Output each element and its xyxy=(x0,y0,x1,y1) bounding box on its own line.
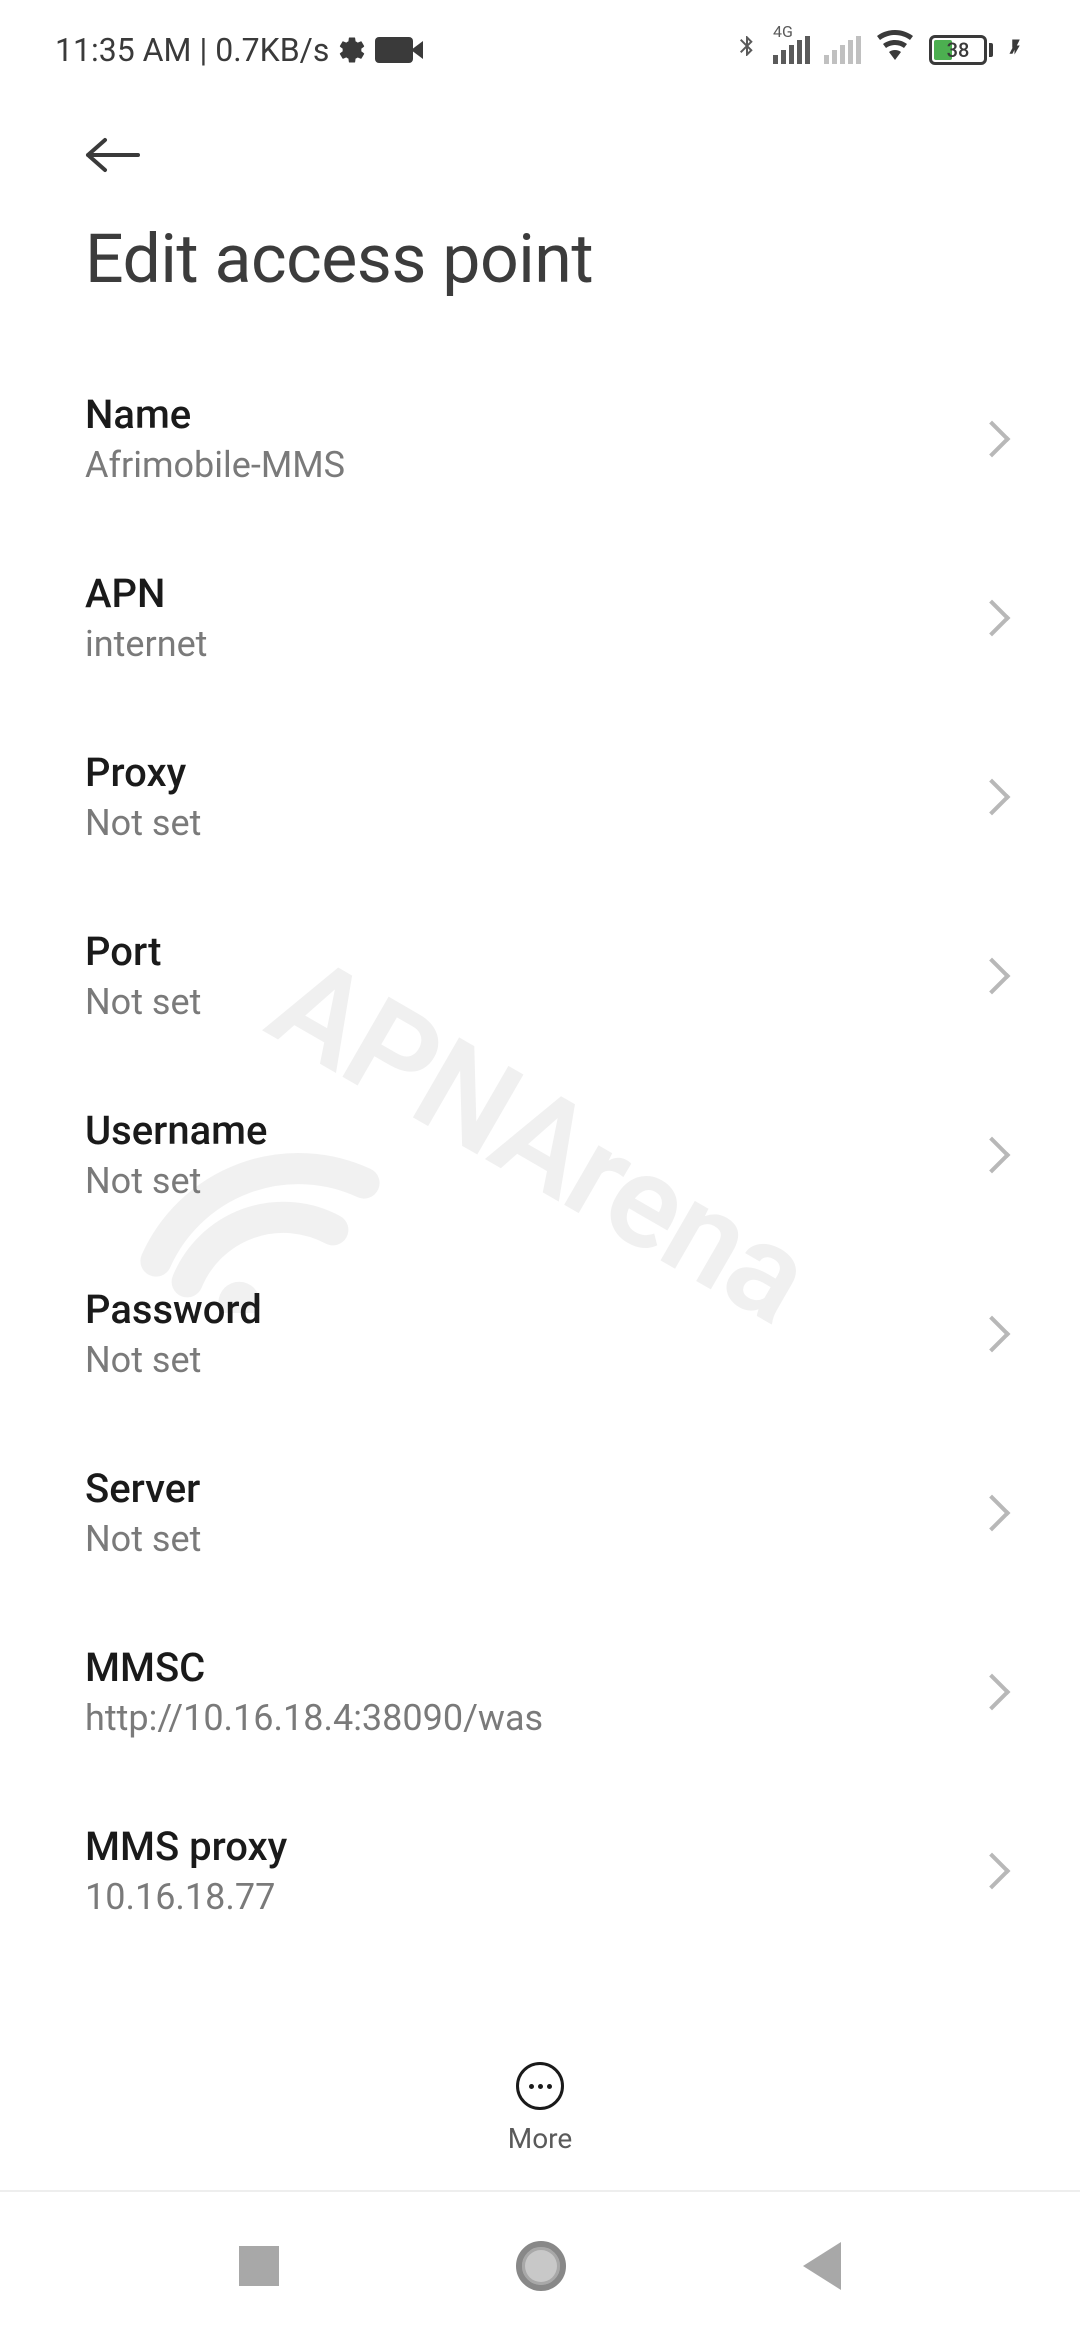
setting-value: Not set xyxy=(85,802,979,844)
setting-value: Not set xyxy=(85,1339,979,1381)
status-left: 11:35 AM | 0.7KB/s xyxy=(55,31,413,69)
setting-title: MMS proxy xyxy=(85,1823,979,1870)
chevron-right-icon xyxy=(974,1673,1011,1710)
navigation-bar xyxy=(0,2190,1080,2340)
status-time: 11:35 AM xyxy=(55,31,191,69)
nav-back-button[interactable] xyxy=(803,2242,841,2290)
nav-home-button[interactable] xyxy=(516,2241,566,2291)
setting-title: Name xyxy=(85,391,979,438)
setting-value: Not set xyxy=(85,981,979,1023)
bottom-action-bar: More xyxy=(0,2037,1080,2190)
gear-icon xyxy=(337,35,367,65)
back-arrow-icon xyxy=(83,135,143,175)
setting-value: Not set xyxy=(85,1518,979,1560)
setting-value: Not set xyxy=(85,1160,979,1202)
setting-mmsc[interactable]: MMSC http://10.16.18.4:38090/was xyxy=(85,1602,1025,1781)
chevron-right-icon xyxy=(974,1315,1011,1352)
setting-title: Username xyxy=(85,1107,979,1154)
status-data-speed: 0.7KB/s xyxy=(215,31,329,69)
chevron-right-icon xyxy=(974,420,1011,457)
more-button[interactable]: More xyxy=(508,2062,573,2155)
status-right: 4G 38 xyxy=(735,25,1025,75)
camera-icon xyxy=(375,37,413,63)
signal-sim1-icon: 4G xyxy=(773,36,810,64)
setting-password[interactable]: Password Not set xyxy=(85,1244,1025,1423)
bluetooth-icon xyxy=(735,29,759,72)
setting-value: http://10.16.18.4:38090/was xyxy=(85,1697,979,1739)
chevron-right-icon xyxy=(974,1136,1011,1173)
setting-title: Server xyxy=(85,1465,979,1512)
more-icon xyxy=(516,2062,564,2110)
more-label: More xyxy=(508,2122,573,2155)
setting-server[interactable]: Server Not set xyxy=(85,1423,1025,1602)
charging-bolt-icon xyxy=(1007,32,1025,69)
setting-apn[interactable]: APN internet xyxy=(85,528,1025,707)
signal-sim2-icon xyxy=(824,36,861,64)
setting-username[interactable]: Username Not set xyxy=(85,1065,1025,1244)
setting-proxy[interactable]: Proxy Not set xyxy=(85,707,1025,886)
setting-title: MMSC xyxy=(85,1644,979,1691)
chevron-right-icon xyxy=(974,778,1011,815)
setting-value: internet xyxy=(85,623,979,665)
status-separator: | xyxy=(199,31,207,69)
wifi-icon xyxy=(875,25,915,75)
battery-icon: 38 xyxy=(929,35,993,65)
chevron-right-icon xyxy=(974,1494,1011,1531)
chevron-right-icon xyxy=(974,1852,1011,1889)
setting-value: Afrimobile-MMS xyxy=(85,444,979,486)
setting-mms-proxy[interactable]: MMS proxy 10.16.18.77 xyxy=(85,1781,1025,1960)
setting-title: APN xyxy=(85,570,979,617)
setting-title: Proxy xyxy=(85,749,979,796)
signal-4g-label: 4G xyxy=(773,22,793,41)
setting-port[interactable]: Port Not set xyxy=(85,886,1025,1065)
nav-recents-button[interactable] xyxy=(239,2246,279,2286)
chevron-right-icon xyxy=(974,957,1011,994)
setting-value: 10.16.18.77 xyxy=(85,1876,979,1918)
setting-title: Password xyxy=(85,1286,979,1333)
page-title: Edit access point xyxy=(0,209,1080,349)
back-button[interactable] xyxy=(0,95,1080,209)
battery-percentage: 38 xyxy=(947,38,970,62)
chevron-right-icon xyxy=(974,599,1011,636)
setting-title: Port xyxy=(85,928,979,975)
settings-list: Name Afrimobile-MMS APN internet Proxy N… xyxy=(0,349,1080,1960)
setting-name[interactable]: Name Afrimobile-MMS xyxy=(85,349,1025,528)
status-bar: 11:35 AM | 0.7KB/s 4G xyxy=(0,0,1080,95)
